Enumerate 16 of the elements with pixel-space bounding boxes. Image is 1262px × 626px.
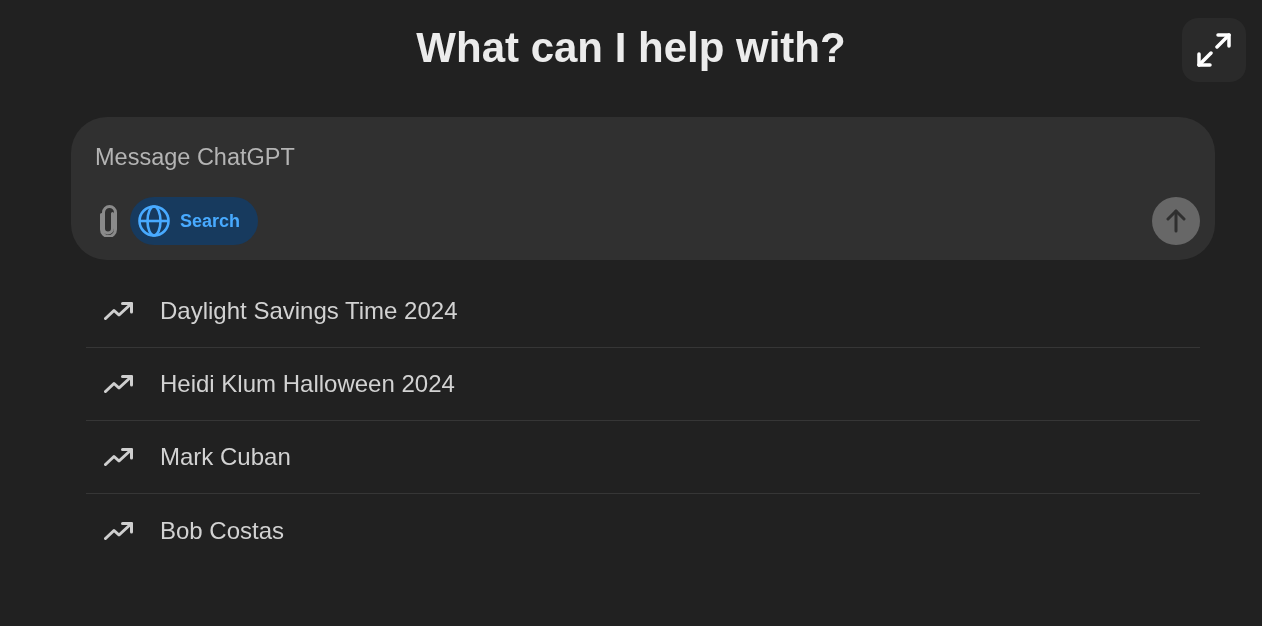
trending-up-icon [104, 374, 134, 394]
search-toggle[interactable]: Search [130, 197, 259, 245]
page-title: What can I help with? [416, 23, 846, 73]
expand-button[interactable] [1182, 18, 1246, 82]
globe-icon [138, 205, 170, 237]
message-input[interactable]: Message ChatGPT [95, 143, 1191, 171]
trending-up-icon [104, 447, 134, 467]
suggestion-item[interactable]: Bob Costas [86, 515, 285, 546]
trending-up-icon [104, 301, 134, 321]
expand-icon [1197, 33, 1231, 67]
arrow-up-icon [1166, 209, 1186, 233]
trending-up-icon [104, 520, 134, 541]
suggestion-item[interactable]: Daylight Savings Time 2024 [86, 296, 458, 326]
suggestion-item[interactable]: Mark Cuban [86, 442, 291, 472]
paperclip-icon [97, 205, 119, 237]
suggestion-item[interactable]: Heidi Klum Halloween 2024 [86, 369, 455, 399]
